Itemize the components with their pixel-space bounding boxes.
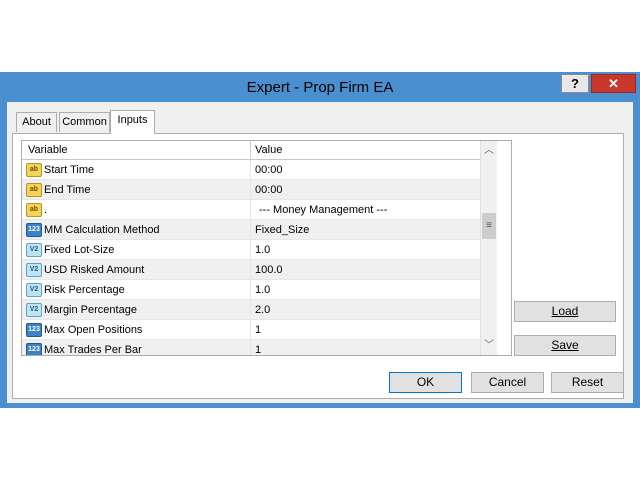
- integer-type-icon: 123: [26, 223, 42, 237]
- variable-name: End Time: [44, 184, 91, 196]
- grip-icon: ≡: [486, 220, 492, 231]
- variable-name: Margin Percentage: [44, 304, 137, 316]
- reset-button[interactable]: Reset: [551, 372, 624, 393]
- variable-value[interactable]: 1: [255, 324, 261, 336]
- column-header-variable[interactable]: Variable: [28, 144, 68, 156]
- string-type-icon: ab: [26, 163, 42, 177]
- help-button[interactable]: ?: [561, 74, 589, 93]
- double-type-icon: V2: [26, 283, 42, 297]
- table-row[interactable]: V2 USD Risked Amount 100.0: [22, 260, 480, 280]
- variable-name: USD Risked Amount: [44, 264, 145, 276]
- cell-divider: [250, 180, 251, 200]
- cell-divider: [250, 220, 251, 240]
- column-separator[interactable]: [250, 141, 251, 160]
- variable-name: Fixed Lot-Size: [44, 244, 115, 256]
- variable-value[interactable]: Fixed_Size: [255, 224, 309, 236]
- scroll-down-button[interactable]: ﹀: [481, 337, 497, 354]
- variable-name: Risk Percentage: [44, 284, 125, 296]
- scroll-thumb[interactable]: ≡: [482, 213, 496, 239]
- variable-value[interactable]: 1.0: [255, 284, 270, 296]
- table-row[interactable]: V2 Margin Percentage 2.0: [22, 300, 480, 320]
- double-type-icon: V2: [26, 263, 42, 277]
- chevron-up-icon: ︿: [484, 145, 494, 156]
- variable-value[interactable]: 100.0: [255, 264, 283, 276]
- table-row[interactable]: 123 Max Trades Per Bar 1: [22, 340, 480, 356]
- variable-value[interactable]: 1.0: [255, 244, 270, 256]
- inputs-grid[interactable]: Variable Value ab Start Time 00:00 ab En…: [21, 140, 512, 356]
- cell-divider: [250, 200, 251, 220]
- variable-value[interactable]: 00:00: [255, 164, 283, 176]
- load-button[interactable]: Load: [514, 301, 616, 322]
- cell-divider: [250, 260, 251, 280]
- cell-divider: [250, 280, 251, 300]
- variable-name: Max Open Positions: [44, 324, 143, 336]
- table-row[interactable]: ab . --- Money Management ---: [22, 200, 480, 220]
- variable-value[interactable]: 00:00: [255, 184, 283, 196]
- cell-divider: [250, 320, 251, 340]
- double-type-icon: V2: [26, 303, 42, 317]
- close-button[interactable]: ✕: [591, 74, 636, 93]
- window-title: Expert - Prop Firm EA: [246, 79, 394, 96]
- title-bar[interactable]: Expert - Prop Firm EA ? ✕: [0, 72, 640, 102]
- integer-type-icon: 123: [26, 343, 42, 355]
- expert-dialog: Expert - Prop Firm EA ? ✕ About Common I…: [0, 72, 640, 408]
- table-row[interactable]: ab End Time 00:00: [22, 180, 480, 200]
- column-header-value[interactable]: Value: [255, 144, 282, 156]
- vertical-scrollbar[interactable]: ︿ ≡ ﹀: [480, 141, 497, 355]
- save-button[interactable]: Save: [514, 335, 616, 356]
- variable-value[interactable]: 2.0: [255, 304, 270, 316]
- cell-divider: [250, 340, 251, 355]
- cell-divider: [250, 240, 251, 260]
- load-button-label: Load: [551, 304, 579, 318]
- integer-type-icon: 123: [26, 323, 42, 337]
- string-type-icon: ab: [26, 203, 42, 217]
- chevron-down-icon: ﹀: [484, 340, 494, 351]
- grid-header: Variable Value: [22, 141, 480, 160]
- variable-name: Start Time: [44, 164, 95, 176]
- tab-inputs[interactable]: Inputs: [110, 110, 155, 134]
- string-type-icon: ab: [26, 183, 42, 197]
- tab-common[interactable]: Common: [59, 112, 110, 132]
- scroll-up-button[interactable]: ︿: [481, 142, 497, 159]
- save-button-label: Save: [551, 338, 579, 352]
- variable-value[interactable]: --- Money Management ---: [259, 204, 387, 216]
- table-row[interactable]: V2 Risk Percentage 1.0: [22, 280, 480, 300]
- cell-divider: [250, 160, 251, 180]
- double-type-icon: V2: [26, 243, 42, 257]
- table-row[interactable]: 123 MM Calculation Method Fixed_Size: [22, 220, 480, 240]
- variable-value[interactable]: 1: [255, 344, 261, 355]
- tab-about[interactable]: About: [16, 112, 57, 132]
- table-row[interactable]: V2 Fixed Lot-Size 1.0: [22, 240, 480, 260]
- cell-divider: [250, 300, 251, 320]
- variable-name: Max Trades Per Bar: [44, 344, 142, 356]
- variable-name: .: [44, 204, 48, 216]
- table-row[interactable]: 123 Max Open Positions 1: [22, 320, 480, 340]
- cancel-button[interactable]: Cancel: [471, 372, 544, 393]
- ok-button[interactable]: OK: [389, 372, 462, 393]
- close-icon: ✕: [608, 76, 619, 91]
- table-row[interactable]: ab Start Time 00:00: [22, 160, 480, 180]
- dialog-client-area: About Common Inputs Variable Value ab St…: [7, 102, 633, 403]
- variable-name: MM Calculation Method: [44, 224, 160, 236]
